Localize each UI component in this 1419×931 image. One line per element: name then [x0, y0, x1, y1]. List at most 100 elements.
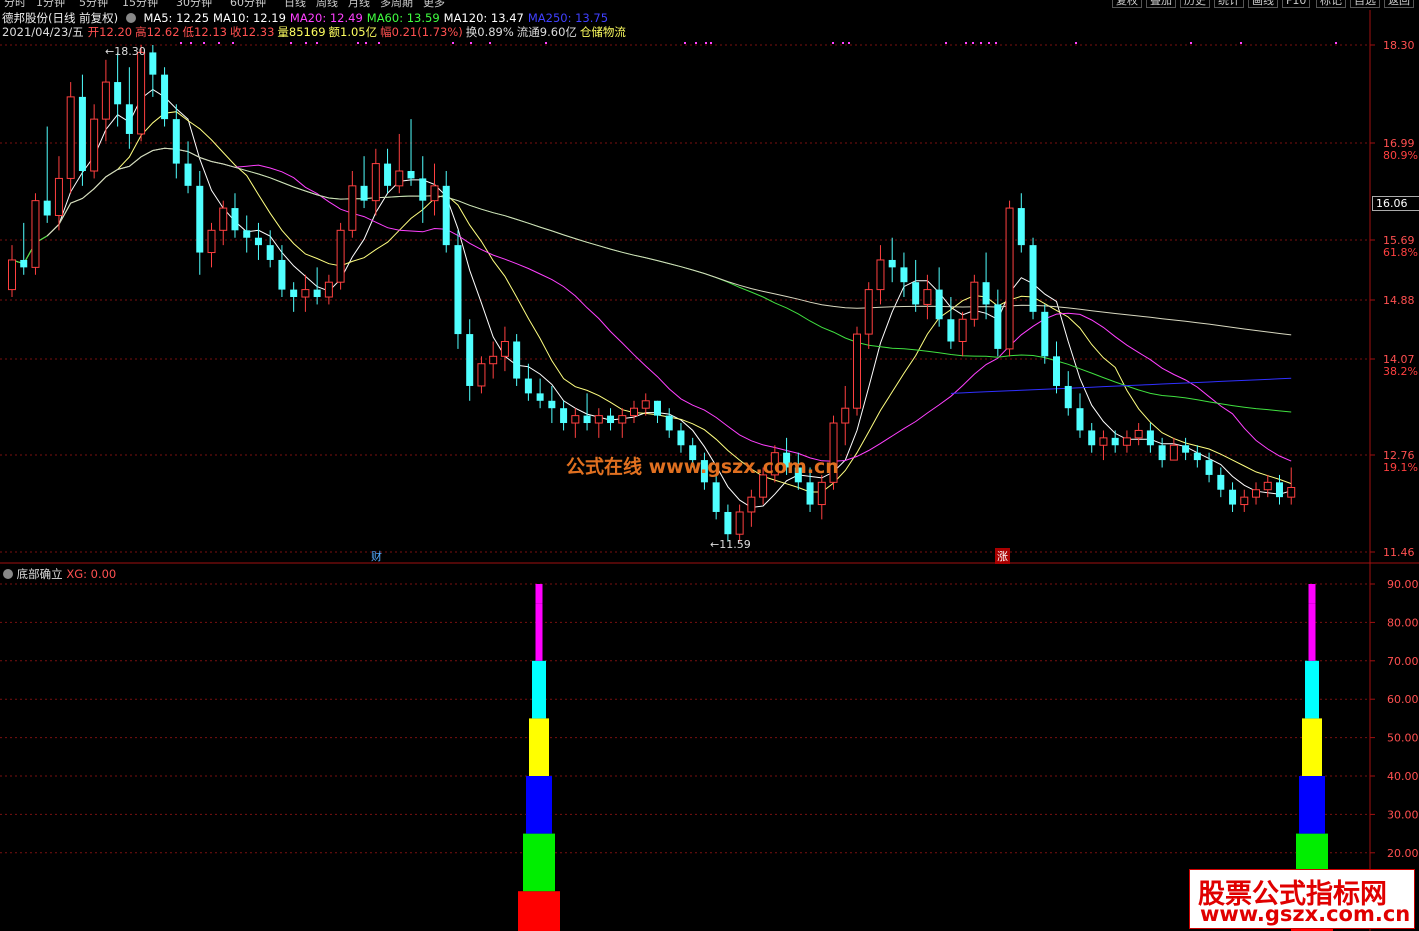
signal-bar-1-seg-2: [1299, 776, 1325, 834]
event-marker-17: [705, 42, 707, 44]
candle-body-22: [266, 245, 274, 260]
ma-label-2: MA20: 12.49: [289, 11, 363, 25]
signal-bar-0-seg-6: [535, 584, 543, 604]
candle-body-17: [207, 229, 216, 254]
signal-bar-0-seg-4: [532, 660, 546, 719]
ind-label-6: 30.00: [1387, 808, 1419, 821]
candle-body-28: [336, 229, 345, 283]
candle-body-19: [231, 208, 239, 231]
ind-label-4: 50.00: [1387, 732, 1419, 745]
candle-body-34: [407, 171, 415, 179]
candle-body-94: [1111, 437, 1119, 446]
candle-body-21: [254, 237, 262, 246]
candle-body-99: [1169, 444, 1178, 461]
quote-item-4: 量85169: [277, 25, 326, 39]
event-marker-31: [1335, 42, 1337, 44]
candle-body-3: [43, 200, 51, 216]
candle-body-41: [489, 355, 498, 365]
ma-label-5: MA250: 13.75: [527, 11, 609, 25]
quote-item-8: 流通9.60亿: [516, 25, 577, 39]
ind-label-3: 60.00: [1387, 693, 1419, 706]
candle-body-15: [184, 163, 192, 186]
event-marker-3: [218, 42, 220, 44]
watermark-box: 股票公式指标网 www.gszx.com.cn: [1189, 869, 1415, 929]
candle-body-51: [607, 415, 615, 424]
indicator-settings-icon[interactable]: [3, 569, 13, 579]
signal-bar-1-seg-3: [1302, 718, 1322, 776]
candle-body-108: [1275, 482, 1283, 498]
ma250-line: [950, 377, 1292, 394]
quote-item-3: 收12.33: [229, 25, 275, 39]
settings-icon[interactable]: [125, 13, 136, 23]
signal-bar-0-seg-1: [523, 833, 555, 892]
indicator-value: XG: 0.00: [66, 567, 117, 581]
candle-body-103: [1217, 474, 1225, 490]
candle-body-12: [149, 52, 157, 75]
quote-item-7: 换0.89%: [465, 25, 514, 39]
event-marker-16: [695, 42, 697, 44]
candle-body-89: [1053, 356, 1061, 386]
event-marker-19: [832, 42, 834, 44]
candle-body-16: [196, 185, 204, 253]
finance-tag[interactable]: 财: [369, 548, 384, 564]
quote-item-6: 幅0.21(1.73%): [380, 25, 463, 39]
event-marker-25: [980, 42, 982, 44]
event-marker-10: [378, 42, 380, 44]
candle-body-57: [677, 430, 685, 446]
stock-title: 德邦股份(日线 前复权): [2, 11, 119, 25]
candle-body-68: [806, 482, 814, 505]
candle-body-87: [1029, 245, 1037, 312]
candle-body-30: [360, 185, 368, 201]
candle-body-90: [1064, 385, 1072, 409]
ma5-line: [11, 88, 1292, 509]
candle-body-75: [888, 259, 896, 268]
candle-body-92: [1088, 430, 1096, 446]
event-marker-24: [972, 42, 974, 44]
candle-body-93: [1099, 437, 1108, 446]
ind-label-2: 70.00: [1387, 655, 1419, 668]
candle-body-84: [994, 304, 1002, 349]
event-marker-20: [842, 42, 844, 44]
event-marker-28: [1075, 42, 1077, 44]
event-marker-6: [305, 42, 307, 44]
candle-body-13: [161, 74, 169, 120]
event-marker-4: [232, 42, 234, 44]
indicator-name: 底部确立: [16, 567, 63, 581]
candle-body-24: [290, 289, 298, 298]
current-price-box: 16.06: [1372, 196, 1419, 211]
candle-body-18: [219, 207, 228, 231]
quote-item-5: 额1.05亿: [328, 25, 378, 39]
candle-body-97: [1146, 430, 1154, 446]
signal-bar-0-seg-3: [529, 718, 549, 776]
price-label-7: 38.2%: [1383, 365, 1418, 378]
event-marker-27: [995, 42, 997, 44]
candle-body-98: [1158, 445, 1166, 461]
event-marker-26: [988, 42, 990, 44]
event-marker-14: [545, 42, 547, 44]
candle-body-27: [324, 281, 333, 298]
candle-body-8: [101, 81, 110, 120]
price-label-0: 18.30: [1383, 39, 1415, 52]
candle-body-23: [278, 259, 286, 290]
candle-body-38: [454, 245, 462, 335]
candle-body-4: [54, 177, 63, 216]
ma-label-0: MA5: 12.25: [143, 11, 210, 25]
ind-label-7: 20.00: [1387, 847, 1419, 860]
signal-bar-0-seg-0: [518, 891, 560, 931]
candle-body-2: [31, 200, 40, 268]
event-marker-7: [316, 42, 318, 44]
ma120-line: [46, 147, 1292, 336]
candle-body-71: [841, 407, 850, 424]
candle-body-79: [935, 289, 943, 320]
event-marker-8: [357, 42, 359, 44]
ind-label-1: 80.00: [1387, 616, 1419, 629]
candle-body-7: [90, 118, 99, 172]
candle-body-83: [982, 282, 990, 305]
candle-body-72: [852, 333, 861, 409]
quote-item-2: 低12.13: [182, 25, 227, 39]
candle-body-44: [524, 378, 532, 394]
low-label: ←11.59: [710, 538, 751, 551]
candle-body-77: [912, 282, 920, 305]
limit-up-tag[interactable]: 涨: [995, 548, 1010, 564]
candle-body-56: [665, 415, 673, 431]
